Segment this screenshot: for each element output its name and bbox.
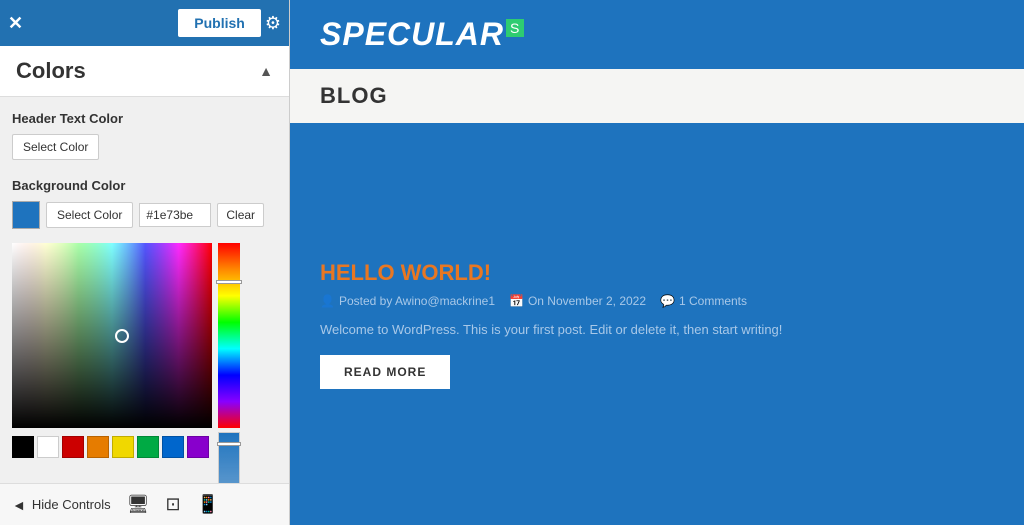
close-button[interactable]: ✕ [8,13,23,34]
swatches-row [12,436,212,458]
right-panel: SPECULARS BLOG HELLO WORLD! 👤 Posted by … [290,0,1024,525]
post-author-meta: 👤 Posted by Awino@mackrine1 [320,294,495,308]
publish-area: Publish ⚙ [178,9,281,37]
blog-bar: BLOG [290,69,1024,123]
post-title: HELLO WORLD! [320,260,994,286]
color-swatch[interactable] [12,436,34,458]
background-color-section: Background Color Select Color Clear [12,178,277,229]
date-icon: 📅 [509,294,524,308]
color-swatch[interactable] [87,436,109,458]
color-swatch[interactable] [187,436,209,458]
opacity-indicator [217,442,241,446]
background-color-label: Background Color [12,178,277,193]
gear-button[interactable]: ⚙ [265,13,281,34]
color-picker-container[interactable] [12,243,277,483]
opacity-slider[interactable] [218,432,240,483]
hex-input[interactable] [139,203,211,227]
color-swatch[interactable] [162,436,184,458]
scroll-up-icon[interactable]: ▲ [259,63,273,79]
post-excerpt: Welcome to WordPress. This is your first… [320,322,994,337]
content-area: HELLO WORLD! 👤 Posted by Awino@mackrine1… [290,123,1024,525]
color-swatch[interactable] [112,436,134,458]
post-date-meta: 📅 On November 2, 2022 [509,294,646,308]
bottom-bar: ◄ Hide Controls 🖥 ⊡ 📱 [0,483,289,525]
color-swatch[interactable] [62,436,84,458]
post-date: On November 2, 2022 [528,294,646,308]
left-panel: ✕ Publish ⚙ Colors ▲ Header Text Color S… [0,0,290,525]
panel-content: Header Text Color Select Color Backgroun… [0,97,289,483]
site-title-text: SPECULAR [320,16,504,52]
color-gradient[interactable] [12,243,212,428]
mobile-view-button[interactable]: 📱 [197,494,219,515]
bg-color-row: Select Color Clear [12,201,277,229]
hue-indicator [216,280,242,284]
clear-button[interactable]: Clear [217,203,264,227]
color-swatch[interactable] [137,436,159,458]
post-comments: 1 Comments [679,294,747,308]
hue-slider[interactable] [218,243,240,428]
desktop-view-button[interactable]: 🖥 [127,494,150,515]
post-comments-meta: 💬 1 Comments [660,294,747,308]
hue-slider-container [218,243,240,483]
gradient-value [12,243,212,428]
colors-title: Colors [16,58,86,84]
publish-button[interactable]: Publish [178,9,261,37]
comments-icon: 💬 [660,294,675,308]
bg-select-color-button[interactable]: Select Color [46,202,133,228]
hide-controls-button[interactable]: ◄ Hide Controls [12,497,111,513]
colors-header: Colors ▲ [0,46,289,97]
post-meta: 👤 Posted by Awino@mackrine1 📅 On Novembe… [320,294,994,308]
tablet-view-button[interactable]: ⊡ [165,494,180,515]
site-title: SPECULARS [320,16,524,53]
hide-controls-arrow-icon: ◄ [12,497,26,513]
author-icon: 👤 [320,294,335,308]
bg-color-swatch-button[interactable] [12,201,40,229]
hide-controls-label: Hide Controls [32,497,111,512]
post-author: Posted by Awino@mackrine1 [339,294,495,308]
site-header: SPECULARS [290,0,1024,69]
top-bar: ✕ Publish ⚙ [0,0,289,46]
read-more-button[interactable]: READ MORE [320,355,450,389]
blog-heading: BLOG [320,83,994,109]
site-title-super: S [506,19,524,37]
header-text-color-section: Header Text Color Select Color [12,111,277,160]
color-swatch[interactable] [37,436,59,458]
header-text-color-select-button[interactable]: Select Color [12,134,99,160]
header-text-color-label: Header Text Color [12,111,277,126]
